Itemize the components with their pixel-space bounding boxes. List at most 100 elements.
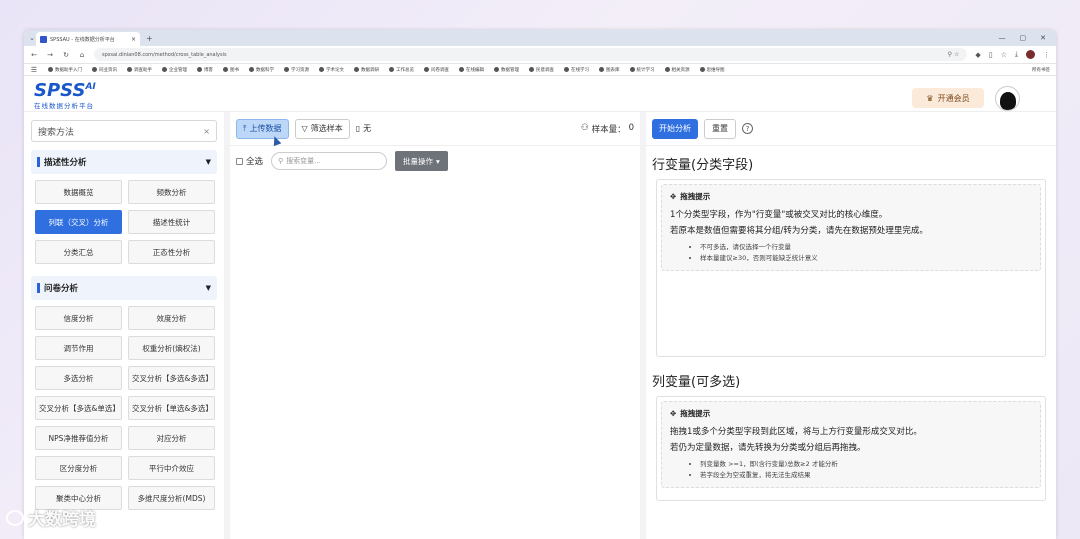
bookmark-item[interactable]: 数据科学 <box>249 67 274 73</box>
row-tip: ✥ 拖拽提示 1个分类型字段，作为"行变量"或被交叉对比的核心维度。 若原本是数值… <box>661 184 1041 271</box>
profile-icon[interactable] <box>1026 50 1035 59</box>
bookmark-favicon-icon <box>354 67 359 72</box>
method-button[interactable]: 正态性分析 <box>128 240 215 264</box>
bookmark-item[interactable]: 统计学习 <box>629 67 655 73</box>
bookmark-item[interactable]: 同业资讯 <box>92 67 117 73</box>
new-tab-icon[interactable]: + <box>146 34 153 43</box>
bookmark-item[interactable]: 图书 <box>223 67 239 73</box>
method-button[interactable]: NPS净推荐值分析 <box>35 426 122 450</box>
vip-button[interactable]: ♛ 开通会员 <box>912 88 984 108</box>
reset-button[interactable]: 重置 <box>704 118 736 139</box>
bookmark-item[interactable]: 民意调查 <box>529 67 554 73</box>
bookmark-item[interactable]: 数据调研 <box>354 67 379 73</box>
method-button[interactable]: 列联（交叉）分析 <box>35 210 122 234</box>
method-button[interactable]: 分类汇总 <box>35 240 122 264</box>
forward-icon[interactable]: → <box>46 51 54 59</box>
download-icon[interactable]: ⤓ <box>1015 50 1018 59</box>
method-button[interactable]: 调节作用 <box>35 336 122 360</box>
extension-icon[interactable]: ◆ <box>975 51 980 59</box>
browser-tab[interactable]: SPSSAU - 在线数据分析平台 × <box>36 32 140 46</box>
zoom-icon[interactable]: ⚲ ☆ <box>948 51 960 58</box>
method-group-header[interactable]: 描述性分析 ▼ <box>31 150 217 174</box>
method-search-input[interactable]: 搜索方法 × <box>31 120 217 142</box>
col-tip-head: 拖拽提示 <box>680 409 711 418</box>
bookmarks-all[interactable]: 所有书签 <box>1032 67 1050 73</box>
apps-icon[interactable]: ☰ <box>30 66 38 74</box>
col-tip-bullet: 若字段全为空或重复，将无法生成结果 <box>700 470 1032 481</box>
bookmark-label: 在线编辑 <box>466 67 484 73</box>
bookmark-item[interactable]: 博客 <box>197 67 213 73</box>
bookmark-label: 学习资源 <box>291 67 309 73</box>
bookmark-favicon-icon <box>599 67 604 72</box>
start-analysis-button[interactable]: 开始分析 <box>652 118 698 139</box>
method-button[interactable]: 频数分析 <box>128 180 215 204</box>
filter-samples-button[interactable]: ▽ 筛选样本 <box>294 118 350 139</box>
tab-menu-icon[interactable]: ⌄ <box>28 34 36 42</box>
bookmark-item[interactable]: 在线学习 <box>564 67 589 73</box>
method-button[interactable]: 交叉分析【多选&单选】 <box>35 396 122 420</box>
col-tip-line2: 若仍为定量数据，请先转换为分类或分组后再拖拽。 <box>670 443 866 453</box>
drag-icon: ✥ <box>670 192 677 201</box>
url-field[interactable]: spssai.dinian08.com/method/cross_table_a… <box>94 48 968 61</box>
batch-operations-button[interactable]: 批量操作 ▾ <box>395 151 448 171</box>
row-variable-dropzone[interactable]: ✥ 拖拽提示 1个分类型字段，作为"行变量"或被交叉对比的核心维度。 若原本是数值… <box>656 179 1046 357</box>
menu-icon[interactable]: ⋮ <box>1043 51 1050 59</box>
close-tab-icon[interactable]: × <box>131 36 136 43</box>
user-avatar[interactable] <box>995 86 1020 111</box>
bookmark-favicon-icon <box>494 67 499 72</box>
bookmark-item[interactable]: 在线编辑 <box>459 67 484 73</box>
method-button[interactable]: 区分度分析 <box>35 456 122 480</box>
bookmark-item[interactable]: 相关资源 <box>664 67 690 73</box>
bookmark-item[interactable]: 学术论文 <box>319 67 344 73</box>
help-icon[interactable]: ? <box>742 123 753 134</box>
group-marker <box>37 283 40 293</box>
home-icon[interactable]: ⌂ <box>78 51 86 59</box>
sidepanel-icon[interactable]: ▯ <box>989 51 993 59</box>
method-button[interactable]: 多选分析 <box>35 366 122 390</box>
bookmark-item[interactable]: 问卷调查 <box>424 67 449 73</box>
method-button[interactable]: 效度分析 <box>128 306 215 330</box>
row-variable-title: 行变量(分类字段) <box>652 158 754 173</box>
upload-data-button[interactable]: ⤒ 上传数据 <box>236 118 289 139</box>
bookmark-item[interactable]: 数据管理 <box>494 67 519 73</box>
bookmark-favicon-icon <box>48 67 53 72</box>
chevron-down-icon: ▾ <box>436 156 440 166</box>
method-button[interactable]: 信度分析 <box>35 306 122 330</box>
tab-title: SPSSAU - 在线数据分析平台 <box>50 36 115 43</box>
logo-subtitle: 在线数据分析平台 <box>34 101 94 110</box>
bookmark-item[interactable]: 调查助手 <box>127 67 152 73</box>
bookmark-item[interactable]: 企业管理 <box>162 67 187 73</box>
bookmark-item[interactable]: 学习资源 <box>284 67 309 73</box>
bookmark-label: 工作总览 <box>396 67 414 73</box>
bookmark-label: 数据助手入门 <box>55 67 82 73</box>
method-button[interactable]: 多维尺度分析(MDS) <box>128 486 215 510</box>
bookmark-item[interactable]: 思维导图 <box>699 67 725 73</box>
close-window-icon[interactable]: ✕ <box>1040 34 1046 42</box>
reload-icon[interactable]: ↻ <box>62 51 70 59</box>
method-button[interactable]: 平行中介效应 <box>128 456 215 480</box>
select-all-checkbox[interactable]: 全选 <box>236 155 263 167</box>
logo[interactable]: SPSSAI 在线数据分析平台 <box>34 78 96 110</box>
method-button[interactable]: 权重分析(熵权法) <box>128 336 215 360</box>
variable-search-input[interactable]: ⚲ 搜索变量... <box>271 152 388 170</box>
bookmark-icon[interactable]: ☆ <box>1001 51 1007 59</box>
bookmark-item[interactable]: 数据助手入门 <box>48 67 82 73</box>
bookmark-item[interactable]: 图表库 <box>599 67 620 73</box>
method-button[interactable]: 对应分析 <box>128 426 215 450</box>
method-button[interactable]: 交叉分析【多选&多选】 <box>128 366 215 390</box>
analysis-panel: 开始分析 重置 ? 行变量(分类字段) ✥ 拖拽提示 1个分类型字段，作为"行变量… <box>646 112 1056 539</box>
minimize-icon[interactable]: — <box>999 34 1006 42</box>
bookmark-label: 调查助手 <box>134 67 152 73</box>
bookmark-favicon-icon <box>629 67 635 72</box>
method-group-header[interactable]: 问卷分析 ▼ <box>31 276 217 300</box>
bookmark-favicon-icon <box>529 67 534 72</box>
maximize-icon[interactable]: ▢ <box>1020 34 1027 42</box>
url-text: spssai.dinian08.com/method/cross_table_a… <box>102 51 227 58</box>
method-button[interactable]: 交叉分析【单选&多选】 <box>128 396 215 420</box>
clear-icon[interactable]: × <box>203 127 210 136</box>
method-button[interactable]: 数据概览 <box>35 180 122 204</box>
method-button[interactable]: 描述性统计 <box>128 210 215 234</box>
back-icon[interactable]: ← <box>30 51 38 59</box>
bookmark-item[interactable]: 工作总览 <box>389 67 414 73</box>
column-variable-dropzone[interactable]: ✥ 拖拽提示 拖拽1或多个分类型字段到此区域，将与上方行变量形成交叉对比。 若仍为… <box>656 396 1046 501</box>
